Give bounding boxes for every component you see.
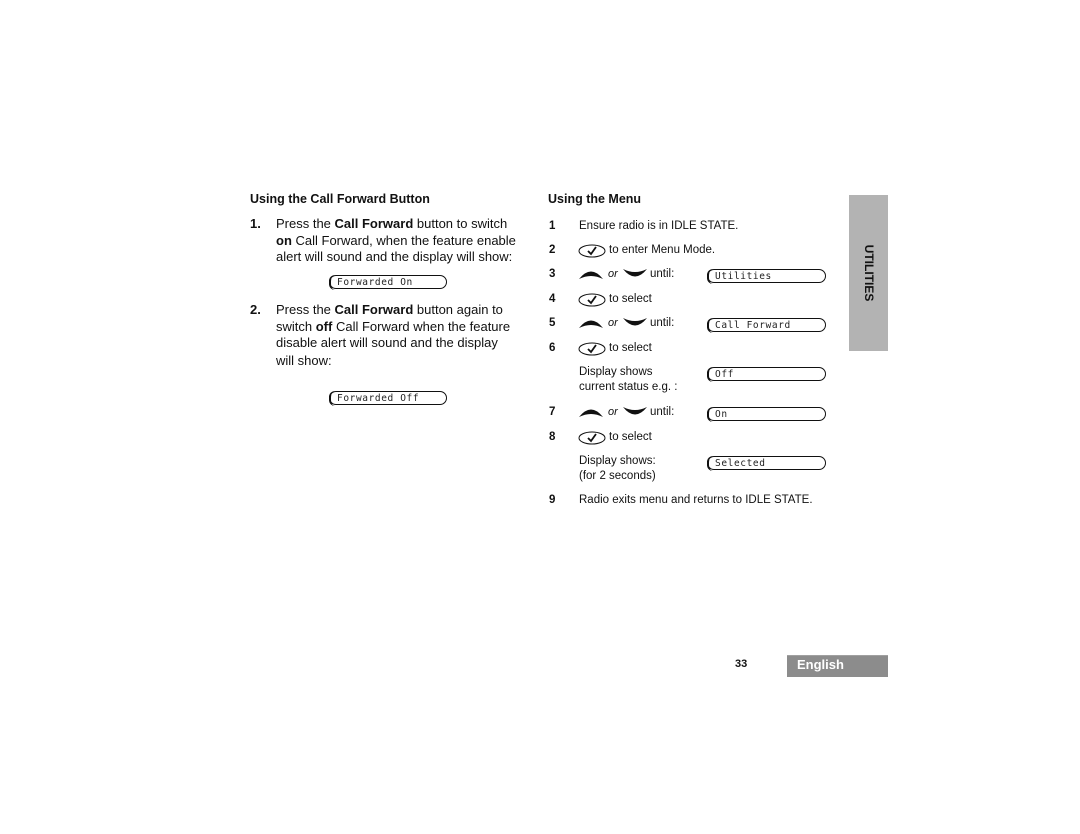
step-1: 1. Press the Call Forward button to swit… [250, 216, 540, 266]
bold-text: on [276, 232, 292, 248]
text: Press the [276, 216, 335, 231]
step-number: 1. [250, 216, 261, 231]
step-number: 9 [549, 494, 556, 506]
display-on: On [706, 406, 826, 422]
menu-select-key-icon [578, 293, 606, 307]
section-heading-call-forward-button: Using the Call Forward Button [250, 192, 430, 206]
display-call-forward: Call Forward [706, 317, 826, 333]
section-heading-using-menu: Using the Menu [548, 192, 642, 206]
step-number: 1 [549, 220, 556, 232]
until-label: until: [650, 268, 675, 280]
display-forwarded-on: Forwarded On [328, 274, 447, 290]
or-label: or [608, 317, 618, 329]
display-shows-sublabel: (for 2 seconds) [579, 470, 656, 482]
step-text: to select [609, 293, 652, 305]
text: switch [276, 318, 316, 334]
menu-select-key-icon [578, 342, 606, 356]
scroll-down-key-icon [623, 318, 647, 326]
section-side-tab: UTILITIES [849, 195, 888, 351]
text: Call Forward, when the feature enable [291, 232, 516, 248]
display-shows-label: Display shows [579, 366, 653, 378]
language-tab: English [787, 655, 888, 677]
step-text: to select [609, 431, 652, 443]
display-forwarded-off: Forwarded Off [328, 390, 447, 406]
scroll-up-key-icon [579, 271, 603, 279]
step-number: 3 [549, 268, 556, 280]
scroll-down-key-icon [623, 407, 647, 415]
step-number: 6 [549, 342, 556, 354]
text: disable alert will sound and the display [276, 335, 498, 350]
page-number: 33 [735, 658, 748, 670]
step-number: 2. [250, 302, 261, 317]
text: button again to [413, 302, 503, 317]
menu-select-key-icon [578, 244, 606, 258]
display-off: Off [706, 366, 826, 382]
bold-text: Call Forward [334, 302, 414, 317]
bold-text: off [315, 318, 333, 334]
menu-select-key-icon [578, 431, 606, 445]
step-text: Ensure radio is in IDLE STATE. [579, 220, 739, 232]
display-selected: Selected [706, 455, 826, 471]
step-number: 4 [549, 293, 556, 305]
text: will show: [276, 352, 332, 368]
side-tab-label: UTILITIES [861, 244, 876, 302]
step-number: 2 [549, 244, 556, 256]
display-shows-sublabel: current status e.g. : [579, 381, 678, 393]
until-label: until: [650, 406, 675, 418]
text: Call Forward when the feature [332, 318, 511, 334]
scroll-up-key-icon [579, 320, 603, 328]
step-text: to enter Menu Mode. [609, 244, 716, 256]
scroll-down-key-icon [623, 269, 647, 277]
step-number: 5 [549, 317, 556, 329]
step-number: 7 [549, 406, 556, 418]
step-text: to select [609, 342, 652, 354]
bold-text: Call Forward [334, 216, 414, 231]
step-number: 8 [549, 431, 556, 443]
step-2: 2. Press the Call Forward button again t… [250, 302, 540, 369]
or-label: or [608, 406, 618, 418]
display-shows-label: Display shows: [579, 455, 656, 467]
text: alert will sound and the display will sh… [276, 249, 513, 264]
or-label: or [608, 268, 618, 280]
scroll-up-key-icon [579, 409, 603, 417]
text: button to switch [413, 216, 508, 231]
text: Press the [276, 302, 335, 317]
display-utilities: Utilities [706, 268, 826, 284]
step-text: Radio exits menu and returns to IDLE STA… [579, 494, 813, 506]
until-label: until: [650, 317, 675, 329]
